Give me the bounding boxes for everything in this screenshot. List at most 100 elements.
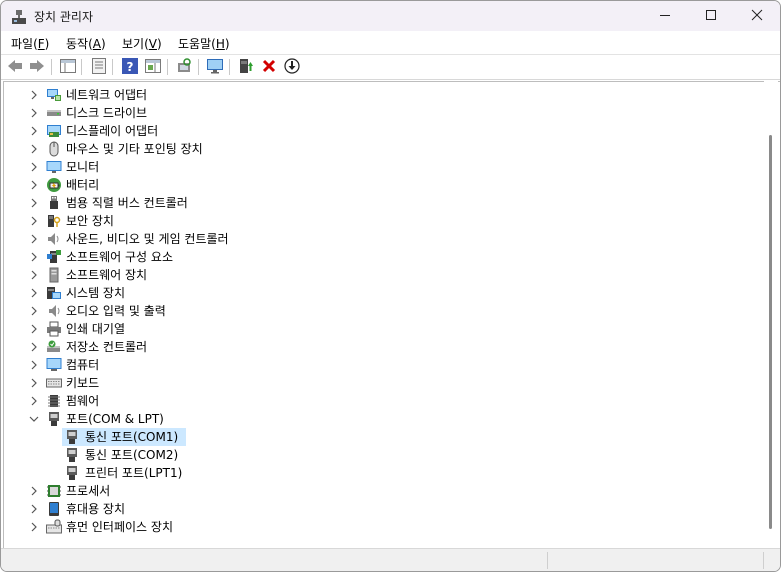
- back-button[interactable]: [6, 58, 24, 76]
- svg-text:?: ?: [127, 60, 134, 74]
- security-device-icon: [46, 213, 62, 229]
- tree-category-row[interactable]: 펌웨어: [4, 392, 764, 410]
- chevron-right-icon[interactable]: [28, 287, 40, 299]
- tree-category-row[interactable]: 포트(COM & LPT): [4, 410, 764, 428]
- update-driver-icon: [284, 57, 300, 77]
- tree-category-row[interactable]: 배터리: [4, 176, 764, 194]
- tree-category-row[interactable]: 디스플레이 어댑터: [4, 122, 764, 140]
- tree-category-label: 디스크 드라이브: [66, 106, 148, 120]
- tree-category-row[interactable]: 범용 직렬 버스 컨트롤러: [4, 194, 764, 212]
- chevron-right-icon[interactable]: [28, 251, 40, 263]
- menu-view[interactable]: 보기(V): [122, 35, 162, 52]
- tree-category-label: 사운드, 비디오 및 게임 컨트롤러: [66, 232, 229, 246]
- enable-device-button[interactable]: [237, 58, 255, 76]
- chevron-right-icon[interactable]: [28, 359, 40, 371]
- chevron-right-icon[interactable]: [28, 485, 40, 497]
- maximize-button[interactable]: [688, 1, 734, 31]
- chevron-right-icon[interactable]: [28, 341, 40, 353]
- vertical-scrollbar[interactable]: [764, 81, 778, 547]
- tree-category-row[interactable]: 보안 장치: [4, 212, 764, 230]
- chevron-right-icon[interactable]: [28, 323, 40, 335]
- tree-category-row[interactable]: 프로세서: [4, 482, 764, 500]
- tree-category-row[interactable]: 시스템 장치: [4, 284, 764, 302]
- tree-category-row[interactable]: 휴먼 인터페이스 장치: [4, 518, 764, 536]
- tree-category-label: 마우스 및 기타 포인팅 장치: [66, 142, 203, 156]
- chevron-right-icon[interactable]: [28, 89, 40, 101]
- tree-category-label: 컴퓨터: [66, 358, 100, 372]
- chevron-right-icon[interactable]: [28, 125, 40, 137]
- keyboard-icon: [46, 375, 62, 391]
- toolbar-separator: [81, 59, 82, 75]
- forward-button[interactable]: [28, 58, 46, 76]
- title-bar[interactable]: 장치 관리자: [1, 1, 780, 31]
- chevron-right-icon[interactable]: [28, 269, 40, 281]
- update-driver-button[interactable]: [283, 57, 301, 77]
- tree-category-row[interactable]: 모니터: [4, 158, 764, 176]
- monitor-icon: [46, 159, 62, 175]
- chevron-right-icon[interactable]: [28, 161, 40, 173]
- scan-hardware-button[interactable]: [175, 57, 193, 76]
- chevron-right-icon[interactable]: [28, 503, 40, 515]
- tree-category-row[interactable]: 소프트웨어 구성 요소: [4, 248, 764, 266]
- chevron-right-icon[interactable]: [28, 377, 40, 389]
- tree-category-row[interactable]: 저장소 컨트롤러: [4, 338, 764, 356]
- tree-category-label: 오디오 입력 및 출력: [66, 304, 166, 318]
- tree-category-row[interactable]: 마우스 및 기타 포인팅 장치: [4, 140, 764, 158]
- minimize-icon: [659, 9, 671, 24]
- tree-category-row[interactable]: 디스크 드라이브: [4, 104, 764, 122]
- chevron-right-icon[interactable]: [28, 197, 40, 209]
- chevron-right-icon[interactable]: [28, 143, 40, 155]
- computer-icon: [46, 357, 62, 373]
- chevron-right-icon[interactable]: [28, 521, 40, 533]
- scrollbar-thumb[interactable]: [769, 135, 772, 529]
- audio-io-icon: [46, 303, 62, 319]
- tree-device-label: 통신 포트(COM1): [85, 430, 179, 444]
- tree-category-row[interactable]: 휴대용 장치: [4, 500, 764, 518]
- tree-category-row[interactable]: 네트워크 어댑터: [4, 86, 764, 104]
- software-device-icon: [46, 267, 62, 283]
- menu-action[interactable]: 동작(A): [66, 35, 106, 52]
- back-icon: [7, 59, 23, 76]
- port-icon: [64, 447, 80, 463]
- show-hide-console-tree-button[interactable]: [59, 58, 77, 76]
- menu-file[interactable]: 파일(F): [11, 35, 49, 52]
- tree-device-row[interactable]: 통신 포트(COM1): [4, 428, 764, 446]
- uninstall-device-button[interactable]: [260, 58, 278, 76]
- tree-category-label: 저장소 컨트롤러: [66, 340, 148, 354]
- device-tree[interactable]: 네트워크 어댑터디스크 드라이브디스플레이 어댑터마우스 및 기타 포인팅 장치…: [3, 81, 780, 548]
- toolbar: ?: [1, 55, 780, 80]
- properties-button[interactable]: [90, 57, 108, 76]
- help-button[interactable]: ?: [121, 57, 139, 77]
- printer-icon: [46, 321, 62, 337]
- device-manager-window: 장치 관리자 파일(F) 동작(A) 보기(V) 도움말(H) ? 네트워크 어…: [0, 0, 781, 572]
- tree-category-label: 포트(COM & LPT): [66, 412, 164, 426]
- help-icon: ?: [122, 57, 138, 77]
- usb-controller-icon: [46, 195, 62, 211]
- portable-device-icon: [46, 501, 62, 517]
- chevron-right-icon[interactable]: [28, 233, 40, 245]
- tree-category-label: 모니터: [66, 160, 100, 174]
- tree-device-row[interactable]: 프린터 포트(LPT1): [4, 464, 764, 482]
- chevron-down-icon[interactable]: [28, 413, 40, 425]
- device-manager-app-icon: [11, 9, 27, 25]
- action-pane-button[interactable]: [144, 58, 162, 76]
- tree-category-row[interactable]: 인쇄 대기열: [4, 320, 764, 338]
- minimize-button[interactable]: [642, 1, 688, 31]
- chevron-right-icon[interactable]: [28, 215, 40, 227]
- tree-category-row[interactable]: 오디오 입력 및 출력: [4, 302, 764, 320]
- chevron-right-icon[interactable]: [28, 107, 40, 119]
- tree-category-row[interactable]: 소프트웨어 장치: [4, 266, 764, 284]
- tree-category-label: 휴대용 장치: [66, 502, 126, 516]
- tree-category-row[interactable]: 키보드: [4, 374, 764, 392]
- tree-category-row[interactable]: 사운드, 비디오 및 게임 컨트롤러: [4, 230, 764, 248]
- monitor-button[interactable]: [206, 58, 224, 76]
- menu-help[interactable]: 도움말(H): [178, 35, 230, 52]
- firmware-icon: [46, 393, 62, 409]
- tree-category-row[interactable]: 컴퓨터: [4, 356, 764, 374]
- chevron-right-icon[interactable]: [28, 395, 40, 407]
- close-button[interactable]: [734, 1, 780, 31]
- tree-device-row[interactable]: 통신 포트(COM2): [4, 446, 764, 464]
- chevron-right-icon[interactable]: [28, 179, 40, 191]
- chevron-right-icon[interactable]: [28, 305, 40, 317]
- maximize-icon: [705, 9, 717, 24]
